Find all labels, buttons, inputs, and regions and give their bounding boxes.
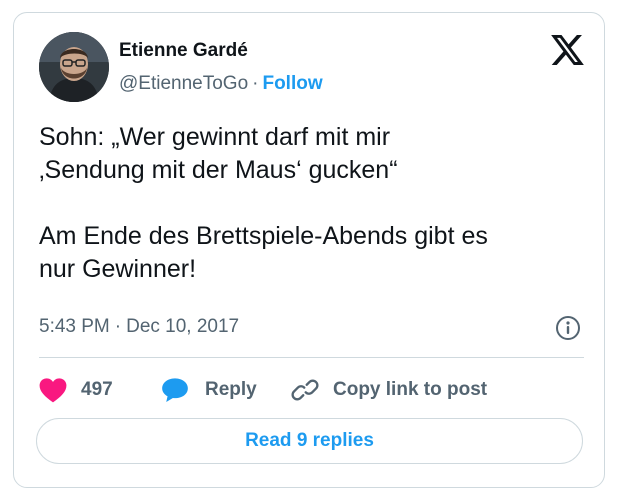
heart-icon [39,377,67,403]
like-button[interactable]: 497 [39,375,113,405]
reply-label: Reply [205,379,257,400]
tweet-time: 5:43 PM [39,316,110,337]
reply-button[interactable]: Reply [161,375,257,405]
speech-bubble-icon [161,377,189,403]
tweet-date: Dec 10, 2017 [126,316,240,337]
action-bar: 497 Reply Copy link to post [39,375,584,405]
tweet-text: Sohn: „Wer gewinnt darf mit mir ‚Sendung… [39,121,584,286]
tweet-line: ‚Sendung mit der Maus‘ gucken“ [39,156,398,184]
tweet-line: Am Ende des Brettspiele-Abends gibt es [39,222,488,250]
tweet-line: Sohn: „Wer gewinnt darf mit mir [39,123,391,151]
copy-link-label: Copy link to post [333,379,488,400]
follow-button[interactable]: Follow [262,73,322,94]
handle-separator: · [252,73,259,94]
x-logo-icon[interactable] [551,35,584,65]
avatar[interactable] [39,32,109,102]
avatar-image [39,32,109,102]
tweet-card: Etienne Gardé @EtienneToGo · Follow Sohn: … [13,12,605,488]
info-icon[interactable] [555,315,581,341]
tweet-timestamp[interactable]: 5:43 PM · Dec 10, 2017 [39,316,239,338]
divider [39,357,584,358]
like-count: 497 [81,379,113,400]
author-name[interactable]: Etienne Gardé [119,40,248,62]
copy-link-button[interactable]: Copy link to post [291,375,487,405]
link-icon [291,376,319,404]
author-handle-row: @EtienneToGo · Follow [119,73,323,95]
author-handle[interactable]: @EtienneToGo [119,73,248,94]
read-replies-button[interactable]: Read 9 replies [36,418,583,464]
read-replies-label: Read 9 replies [245,430,374,451]
tweet-line: nur Gewinner! [39,255,197,283]
timestamp-separator: · [114,316,122,337]
